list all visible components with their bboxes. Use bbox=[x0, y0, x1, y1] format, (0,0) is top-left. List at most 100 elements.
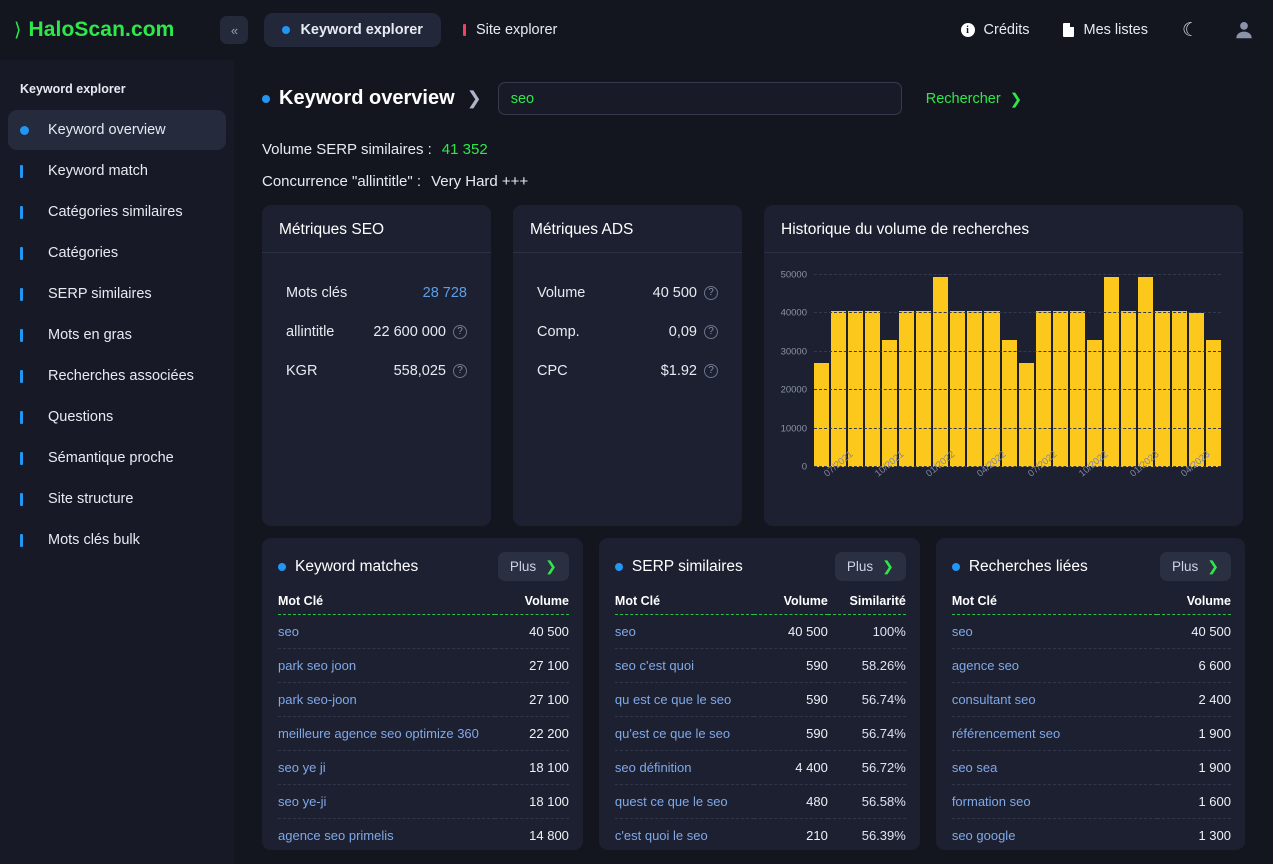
sidebar-item-site-structure[interactable]: Site structure bbox=[8, 479, 226, 519]
help-icon[interactable]: ? bbox=[704, 363, 718, 378]
chart-bar[interactable] bbox=[1018, 362, 1034, 467]
cell-keyword[interactable]: référencement seo bbox=[951, 716, 1158, 751]
tab-keyword-explorer[interactable]: Keyword explorer bbox=[264, 13, 441, 47]
table-row[interactable]: qu'est ce que le seo 590 56.74% bbox=[614, 716, 906, 751]
brand-logo[interactable]: ⟩ HaloScan.com bbox=[14, 18, 174, 42]
keyword-search-input[interactable] bbox=[497, 82, 902, 115]
plus-button[interactable]: Plus ❯ bbox=[497, 552, 569, 581]
sidebar-item-questions[interactable]: Questions bbox=[8, 397, 226, 437]
chart-bar[interactable] bbox=[1103, 276, 1119, 467]
table-row[interactable]: seo c'est quoi 590 58.26% bbox=[614, 648, 906, 683]
cell-keyword[interactable]: seo bbox=[614, 614, 754, 649]
plus-button-label: Plus bbox=[846, 559, 874, 574]
cell-keyword[interactable]: seo google bbox=[951, 818, 1158, 850]
cell-keyword[interactable]: c'est quoi le seo bbox=[614, 818, 754, 850]
credits-button[interactable]: i Crédits bbox=[960, 22, 1029, 38]
chart-bar[interactable] bbox=[933, 276, 949, 467]
chart-bar[interactable] bbox=[1137, 276, 1153, 467]
document-icon bbox=[1063, 23, 1075, 37]
cell-keyword[interactable]: seo ye-ji bbox=[278, 784, 495, 819]
brand-chevron-icon: ⟩ bbox=[14, 19, 22, 41]
table-row[interactable]: référencement seo 1 900 bbox=[951, 716, 1232, 751]
cell-volume: 1 600 bbox=[1157, 784, 1232, 819]
table-row[interactable]: agence seo 6 600 bbox=[951, 648, 1232, 683]
cell-keyword[interactable]: agence seo primelis bbox=[278, 818, 495, 850]
cell-similarity: 56.72% bbox=[827, 750, 906, 785]
sidebar: Keyword explorer Keyword overview Keywor… bbox=[0, 60, 234, 864]
cell-volume: 40 500 bbox=[494, 614, 569, 649]
table-row[interactable]: park seo joon 27 100 bbox=[278, 648, 569, 683]
search-button[interactable]: Rechercher ❯ bbox=[926, 90, 1023, 108]
table-row[interactable]: quest ce que le seo 480 56.58% bbox=[614, 784, 906, 819]
help-icon[interactable]: ? bbox=[453, 324, 467, 339]
cell-keyword[interactable]: seo ye ji bbox=[278, 750, 495, 785]
help-icon[interactable]: ? bbox=[704, 324, 718, 339]
cell-keyword[interactable]: quest ce que le seo bbox=[614, 784, 754, 819]
cell-keyword[interactable]: seo bbox=[951, 614, 1158, 649]
cell-keyword[interactable]: seo bbox=[278, 614, 495, 649]
sidebar-item-semantique-proche[interactable]: Sémantique proche bbox=[8, 438, 226, 478]
cell-keyword[interactable]: seo c'est quoi bbox=[614, 648, 754, 683]
card-title: Recherches liées bbox=[968, 557, 1088, 575]
table-row[interactable]: park seo-joon 27 100 bbox=[278, 682, 569, 717]
chart-bar[interactable] bbox=[882, 339, 898, 467]
sidebar-item-keyword-overview[interactable]: Keyword overview bbox=[8, 110, 226, 150]
sidebar-item-recherches-associees[interactable]: Recherches associées bbox=[8, 356, 226, 396]
cell-keyword[interactable]: qu est ce que le seo bbox=[614, 682, 754, 717]
sidebar-item-label: Recherches associées bbox=[48, 368, 194, 384]
cell-keyword[interactable]: meilleure agence seo optimize 360 bbox=[278, 716, 495, 751]
chart-bar[interactable] bbox=[1189, 313, 1205, 467]
sidebar-item-categories[interactable]: Catégories bbox=[8, 233, 226, 273]
cell-keyword[interactable]: agence seo bbox=[951, 648, 1158, 683]
chevron-right-icon: ❯ bbox=[545, 558, 557, 574]
chart-bar[interactable] bbox=[814, 362, 830, 467]
metric-value: 40 500 bbox=[652, 284, 697, 301]
chart-bar[interactable] bbox=[1086, 339, 1102, 467]
help-icon[interactable]: ? bbox=[704, 285, 718, 300]
plus-button[interactable]: Plus ❯ bbox=[834, 552, 906, 581]
table-row[interactable]: meilleure agence seo optimize 360 22 200 bbox=[278, 716, 569, 751]
moon-icon[interactable]: ☾ bbox=[1182, 21, 1199, 40]
cell-volume: 590 bbox=[753, 682, 828, 717]
top-bar: ⟩ HaloScan.com « Keyword explorer Site e… bbox=[0, 0, 1273, 60]
dot-icon bbox=[951, 562, 960, 571]
cell-keyword[interactable]: seo définition bbox=[614, 750, 754, 785]
tab-site-explorer[interactable]: Site explorer bbox=[445, 13, 575, 47]
cell-keyword[interactable]: park seo-joon bbox=[278, 682, 495, 717]
cell-keyword[interactable]: formation seo bbox=[951, 784, 1158, 819]
table-row[interactable]: seo sea 1 900 bbox=[951, 750, 1232, 785]
chart-bar[interactable] bbox=[1001, 339, 1017, 467]
table-row[interactable]: c'est quoi le seo 210 56.39% bbox=[614, 818, 906, 850]
table-row[interactable]: seo 40 500 bbox=[951, 614, 1232, 649]
sidebar-item-mots-en-gras[interactable]: Mots en gras bbox=[8, 315, 226, 355]
help-icon[interactable]: ? bbox=[453, 363, 467, 378]
cell-keyword[interactable]: seo sea bbox=[951, 750, 1158, 785]
user-avatar-icon[interactable] bbox=[1233, 19, 1255, 41]
bar-icon bbox=[20, 410, 42, 424]
cell-volume: 40 500 bbox=[1157, 614, 1232, 649]
table-row[interactable]: consultant seo 2 400 bbox=[951, 682, 1232, 717]
chart-bar[interactable] bbox=[1206, 339, 1222, 467]
plus-button-label: Plus bbox=[1172, 559, 1199, 574]
table-row[interactable]: seo 40 500 bbox=[278, 614, 569, 649]
sidebar-collapse-button[interactable]: « bbox=[220, 16, 249, 44]
table-row[interactable]: seo google 1 300 bbox=[951, 818, 1232, 850]
cell-keyword[interactable]: consultant seo bbox=[951, 682, 1158, 717]
sidebar-item-mots-cles-bulk[interactable]: Mots clés bulk bbox=[8, 520, 226, 560]
cell-keyword[interactable]: qu'est ce que le seo bbox=[614, 716, 754, 751]
table-row[interactable]: seo ye-ji 18 100 bbox=[278, 784, 569, 819]
table-row[interactable]: qu est ce que le seo 590 56.74% bbox=[614, 682, 906, 717]
sidebar-item-label: Mots en gras bbox=[48, 327, 132, 343]
table-row[interactable]: agence seo primelis 14 800 bbox=[278, 818, 569, 850]
my-lists-button[interactable]: Mes listes bbox=[1063, 22, 1148, 38]
cell-keyword[interactable]: park seo joon bbox=[278, 648, 495, 683]
table-row[interactable]: seo 40 500 100% bbox=[614, 614, 906, 649]
sidebar-item-categories-similaires[interactable]: Catégories similaires bbox=[8, 192, 226, 232]
table-row[interactable]: seo définition 4 400 56.72% bbox=[614, 750, 906, 785]
plus-button[interactable]: Plus ❯ bbox=[1160, 552, 1232, 581]
sidebar-item-serp-similaires[interactable]: SERP similaires bbox=[8, 274, 226, 314]
sidebar-item-keyword-match[interactable]: Keyword match bbox=[8, 151, 226, 191]
metric-label: Mots clés bbox=[286, 284, 348, 301]
table-row[interactable]: seo ye ji 18 100 bbox=[278, 750, 569, 785]
table-row[interactable]: formation seo 1 600 bbox=[951, 784, 1232, 819]
